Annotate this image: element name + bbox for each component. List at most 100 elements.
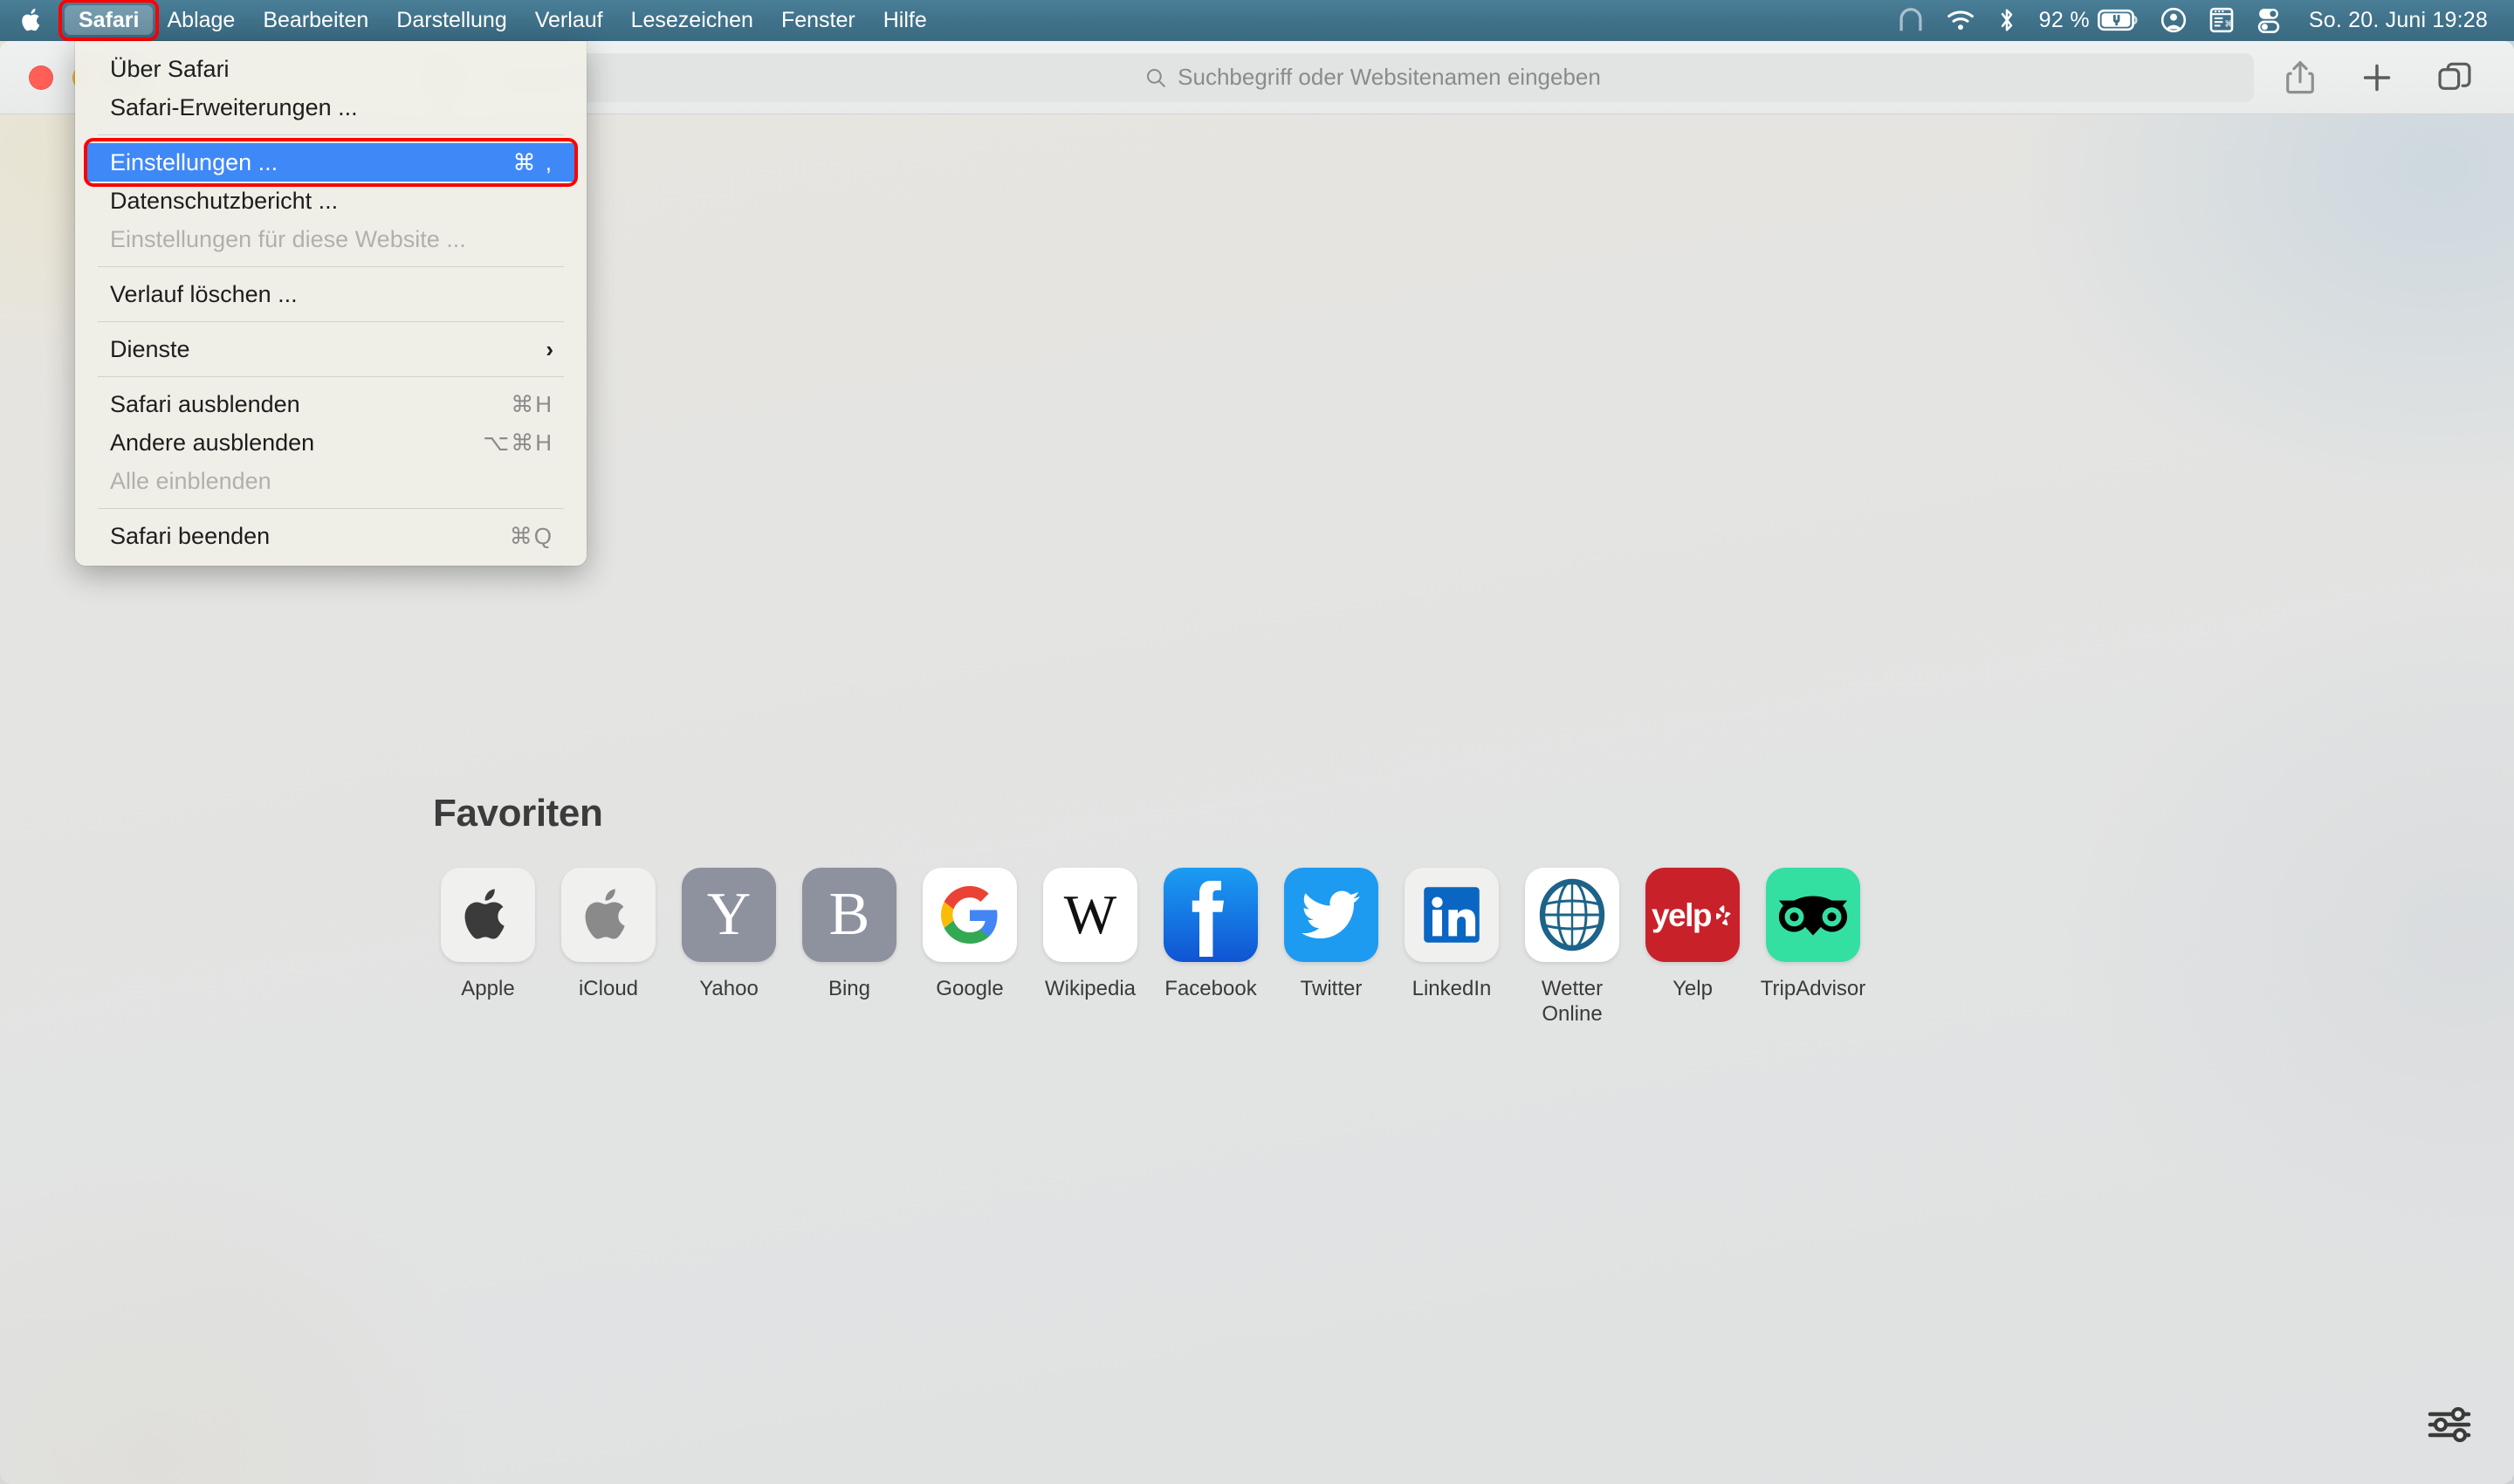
search-icon bbox=[1144, 66, 1167, 89]
menu-option-safari-ausblenden[interactable]: Safari ausblenden ⌘H bbox=[84, 385, 578, 423]
favorite-label: Bing bbox=[828, 977, 871, 1000]
menu-separator bbox=[98, 321, 564, 322]
favorite-tile[interactable] bbox=[1405, 868, 1499, 962]
menu-option-andere-ausblenden[interactable]: Andere ausblenden ⌥⌘H bbox=[84, 423, 578, 462]
tab-overview-icon[interactable] bbox=[2437, 60, 2472, 95]
menu-item-verlauf[interactable]: Verlauf bbox=[521, 5, 617, 36]
menu-option-shortcut: ⌘Q bbox=[509, 522, 553, 549]
menu-option-safari-beenden[interactable]: Safari beenden ⌘Q bbox=[84, 517, 578, 555]
menu-separator bbox=[98, 266, 564, 267]
menu-item-bearbeiten[interactable]: Bearbeiten bbox=[249, 5, 382, 36]
favorite-tile[interactable]: Y bbox=[682, 868, 776, 962]
letter-y-icon: Y bbox=[706, 881, 752, 948]
menu-option-dienste[interactable]: Dienste › bbox=[84, 330, 578, 368]
favorite-label: Wikipedia bbox=[1044, 977, 1137, 1000]
sliders-settings-icon[interactable] bbox=[2425, 1405, 2474, 1444]
favorite-label: TripAdvisor bbox=[1760, 977, 1866, 1000]
globe-grid-icon bbox=[1539, 878, 1605, 952]
menu-option-ueber-safari[interactable]: Über Safari bbox=[84, 50, 578, 88]
svg-text:⌘: ⌘ bbox=[2224, 20, 2233, 30]
menu-bar-clock[interactable]: So. 20. Juni 19:28 bbox=[2309, 8, 2488, 33]
favorite-facebook[interactable]: Facebook bbox=[1151, 868, 1271, 1027]
menu-option-datenschutzbericht[interactable]: Datenschutzbericht ... bbox=[84, 182, 578, 220]
favorite-label: LinkedIn bbox=[1412, 977, 1492, 1000]
menu-option-einstellungen[interactable]: Einstellungen ... ⌘ , bbox=[84, 143, 578, 182]
favorite-label: Google bbox=[936, 977, 1004, 1000]
menu-item-ablage[interactable]: Ablage bbox=[153, 5, 249, 36]
favorite-linkedin[interactable]: LinkedIn bbox=[1391, 868, 1512, 1027]
menu-option-label: Safari-Erweiterungen ... bbox=[110, 93, 358, 120]
battery-status[interactable]: 92 % bbox=[2039, 8, 2138, 33]
favorite-icloud[interactable]: iCloud bbox=[548, 868, 669, 1027]
favorite-tile[interactable]: W bbox=[1043, 868, 1137, 962]
linkedin-in-icon bbox=[1424, 887, 1480, 943]
battery-percent-label: 92 % bbox=[2038, 7, 2090, 32]
favorite-google[interactable]: Google bbox=[910, 868, 1030, 1027]
menu-item-fenster[interactable]: Fenster bbox=[767, 5, 869, 36]
user-account-icon[interactable] bbox=[2160, 7, 2187, 33]
macos-menu-bar: Safari Ablage Bearbeiten Darstellung Ver… bbox=[0, 0, 2514, 42]
favorite-label: iCloud bbox=[578, 977, 639, 1000]
menu-item-hilfe[interactable]: Hilfe bbox=[869, 5, 941, 36]
favorite-wetter-online[interactable]: Wetter Online bbox=[1512, 868, 1632, 1027]
close-button[interactable] bbox=[29, 65, 53, 90]
favorite-tile[interactable] bbox=[1525, 868, 1619, 962]
favorite-tile[interactable] bbox=[1766, 868, 1860, 962]
menu-option-label: Alle einblenden bbox=[110, 467, 271, 494]
battery-charging-icon bbox=[2097, 9, 2138, 31]
menu-option-shortcut: ⌘ , bbox=[512, 148, 553, 175]
menu-item-safari[interactable]: Safari bbox=[65, 4, 154, 36]
favorite-tile[interactable] bbox=[1164, 868, 1258, 962]
vpn-tunnel-icon[interactable] bbox=[1898, 7, 1924, 33]
favorite-yahoo[interactable]: Y Yahoo bbox=[669, 868, 789, 1027]
favorite-label: Yelp bbox=[1673, 977, 1713, 1000]
menu-option-safari-erweiterungen[interactable]: Safari-Erweiterungen ... bbox=[84, 88, 578, 127]
favorite-tile[interactable]: B bbox=[802, 868, 896, 962]
favorite-yelp[interactable]: yelp Yelp bbox=[1632, 868, 1753, 1027]
favorite-label: Wetter Online bbox=[1541, 977, 1604, 1027]
favorite-tile[interactable] bbox=[441, 868, 535, 962]
favorite-bing[interactable]: B Bing bbox=[789, 868, 910, 1027]
wifi-icon[interactable] bbox=[1947, 9, 1975, 31]
menu-item-darstellung[interactable]: Darstellung bbox=[382, 5, 520, 36]
google-g-icon bbox=[941, 886, 998, 944]
favorite-tile[interactable] bbox=[561, 868, 656, 962]
favorite-twitter[interactable]: Twitter bbox=[1271, 868, 1391, 1027]
favorite-apple[interactable]: Apple bbox=[428, 868, 548, 1027]
bluetooth-icon[interactable] bbox=[1997, 7, 2016, 33]
plus-icon[interactable] bbox=[2360, 61, 2394, 94]
favorite-tile[interactable] bbox=[1284, 868, 1378, 962]
keyboard-input-icon[interactable]: ⌘ bbox=[2209, 7, 2234, 33]
favorite-wikipedia[interactable]: W Wikipedia bbox=[1030, 868, 1151, 1027]
menu-item-lesezeichen[interactable]: Lesezeichen bbox=[617, 5, 767, 36]
favorite-label: Facebook bbox=[1164, 977, 1257, 1000]
menu-option-label: Dienste bbox=[110, 335, 190, 362]
menu-option-label: Verlauf löschen ... bbox=[110, 280, 298, 307]
facebook-f-icon bbox=[1192, 881, 1224, 957]
favorite-tile[interactable] bbox=[923, 868, 1017, 962]
menu-option-einstellungen-wrapper: Einstellungen ... ⌘ , bbox=[75, 138, 587, 187]
share-icon[interactable] bbox=[2284, 59, 2317, 96]
twitter-bird-icon bbox=[1302, 890, 1360, 939]
apple-logo-icon[interactable] bbox=[19, 5, 45, 35]
favorite-tile[interactable]: yelp bbox=[1645, 868, 1740, 962]
menu-option-label: Über Safari bbox=[110, 55, 230, 82]
menu-option-label: Safari ausblenden bbox=[110, 390, 300, 417]
menu-option-alle-einblenden: Alle einblenden bbox=[84, 462, 578, 500]
menu-option-verlauf-loeschen[interactable]: Verlauf löschen ... bbox=[84, 275, 578, 313]
menu-separator bbox=[98, 508, 564, 509]
address-placeholder-text: Suchbegriff oder Websitenamen eingeben bbox=[1178, 64, 1601, 90]
letter-b-icon: B bbox=[828, 881, 870, 948]
desktop-wallpaper: Suchbegriff oder Websitenamen eingeben F… bbox=[0, 0, 2514, 1484]
favorite-tripadvisor[interactable]: TripAdvisor bbox=[1753, 868, 1873, 1027]
yelp-logo-icon: yelp bbox=[1652, 899, 1734, 931]
menu-option-website-einstellungen: Einstellungen für diese Website ... bbox=[84, 220, 578, 258]
tripadvisor-owl-icon bbox=[1778, 896, 1848, 936]
favorite-label: Apple bbox=[461, 977, 515, 1000]
control-center-icon[interactable] bbox=[2256, 7, 2281, 33]
favorites-grid: Apple iCloud Y Yahoo B Bing Google W Wik… bbox=[428, 868, 1873, 1027]
address-search-field[interactable]: Suchbegriff oder Websitenamen eingeben bbox=[491, 52, 2254, 102]
safari-application-menu: Über Safari Safari-Erweiterungen ... Ein… bbox=[75, 41, 587, 566]
menu-separator bbox=[98, 376, 564, 377]
menu-safari-wrapper: Safari bbox=[58, 0, 160, 42]
